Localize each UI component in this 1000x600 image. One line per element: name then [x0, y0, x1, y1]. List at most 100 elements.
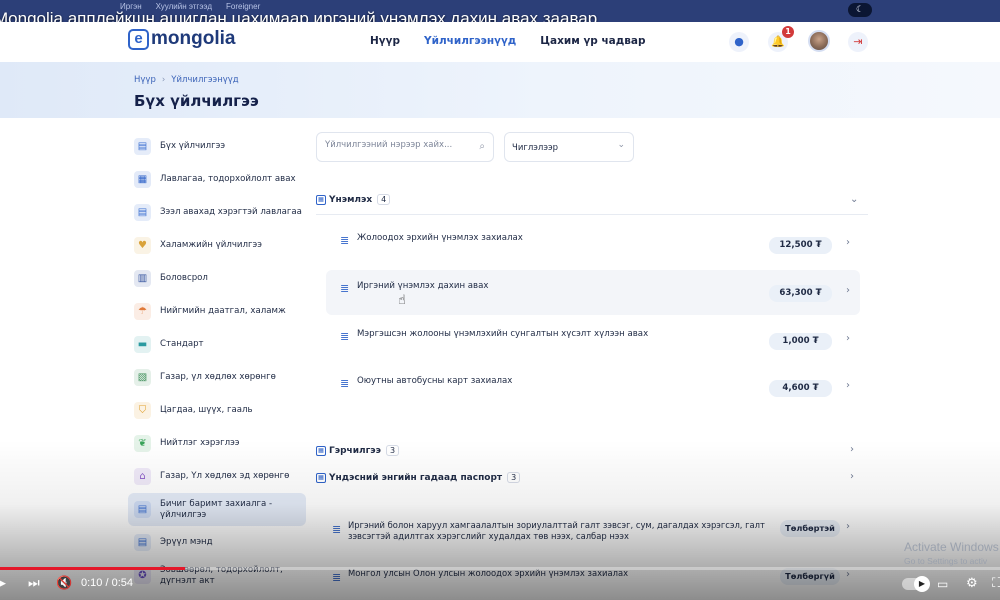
- chevron-right-icon[interactable]: ›: [850, 471, 854, 482]
- breadcrumb-services[interactable]: Үйлчилгээнүүд: [171, 75, 238, 85]
- category-header-passport[interactable]: ▦ Үндэсний энгийн гадаад паспорт 3: [316, 472, 521, 483]
- sidebar-item[interactable]: ▤ Бичиг баримт захиалга - үйлчилгээ: [128, 493, 306, 526]
- sidebar-item[interactable]: ▤ Зээл авахад хэрэгтэй лавлагаа: [128, 196, 306, 229]
- price-badge: 12,500 ₮: [769, 237, 832, 254]
- sidebar-item[interactable]: ⌂ Газар, Үл хөдлөх эд хөрөнгө: [128, 460, 306, 493]
- logo-mark: e: [128, 28, 149, 50]
- autoplay-toggle[interactable]: ▶: [902, 576, 930, 592]
- service-row[interactable]: ≣ Жолоодох эрхийн үнэмлэх захиалах 12,50…: [326, 222, 860, 267]
- mute-icon[interactable]: 🔇: [56, 574, 72, 594]
- house-icon: ⌂: [134, 468, 151, 485]
- sidebar-item[interactable]: ⛉ Цагдаа, шүүх, гааль: [128, 394, 306, 427]
- document-icon: ▤: [134, 534, 151, 551]
- sidebar-item[interactable]: ▬ Стандарт: [128, 328, 306, 361]
- chevron-right-icon: ›: [846, 569, 850, 580]
- avatar[interactable]: [808, 30, 830, 52]
- sidebar-item-label: Бичиг баримт захиалга - үйлчилгээ: [160, 498, 273, 520]
- sidebar-item-label: Нийгмийн даатгал, халамж: [160, 306, 286, 316]
- sidebar-item[interactable]: ▥ Боловсрол: [128, 262, 306, 295]
- service-row[interactable]: ≣ Монгол улсын Олон улсын жолоодох эрхий…: [326, 565, 860, 600]
- breadcrumb-home[interactable]: Нүүр: [134, 75, 156, 85]
- divider: [316, 214, 868, 215]
- search-icon[interactable]: ⌕: [479, 141, 485, 152]
- site-header: e mongolia Нүүр Үйлчилгээнүүд Цахим үр ч…: [0, 22, 1000, 62]
- category-header-license[interactable]: ▦ Үнэмлэх 4: [316, 194, 391, 205]
- page-hero: Нүүр › Үйлчилгээнүүд Бүх үйлчилгээ: [0, 62, 1000, 118]
- sort-select-value: Чиглэлээр: [512, 143, 559, 153]
- subtitles-icon[interactable]: ▭: [937, 574, 948, 594]
- sort-select[interactable]: Чиглэлээр ⌄: [504, 132, 634, 162]
- sidebar-item-label: Цагдаа, шүүх, гааль: [160, 405, 253, 415]
- logout-icon[interactable]: ⇥: [848, 32, 868, 52]
- fullscreen-icon[interactable]: ⛶: [992, 574, 1000, 594]
- notification-badge: 1: [782, 26, 794, 38]
- category-icon: ▦: [316, 445, 326, 456]
- sidebar-item[interactable]: ♥ Халамжийн үйлчилгээ: [128, 229, 306, 262]
- service-title: Иргэний болон харуул хамгаалалтын зориул…: [348, 520, 765, 541]
- category-icon: ▦: [316, 194, 326, 205]
- list-icon: ≣: [332, 571, 342, 584]
- list-icon: ≣: [340, 234, 350, 247]
- category-count: 3: [507, 472, 521, 483]
- sidebar-item[interactable]: ✪ Зөвшөөрөл, тодорхойлолт, дүгнэлт акт: [128, 559, 306, 592]
- chat-icon[interactable]: ●: [729, 32, 749, 52]
- document-icon: ▤: [134, 501, 151, 518]
- sidebar-item-label: Халамжийн үйлчилгээ: [160, 240, 262, 250]
- service-row[interactable]: ≣ Иргэний болон харуул хамгаалалтын зори…: [326, 517, 860, 557]
- windows-activation-watermark: Activate Windows Go to Settings to activ: [904, 540, 999, 566]
- price-badge: 63,300 ₮: [769, 285, 832, 302]
- logo-text: mongolia: [151, 28, 236, 49]
- next-icon[interactable]: ⏭: [28, 574, 40, 594]
- time-total: 0:54: [111, 577, 134, 589]
- sidebar-item-label: Стандарт: [160, 339, 204, 349]
- gear-icon[interactable]: ⚙: [966, 574, 978, 594]
- emongolia-logo[interactable]: e mongolia: [128, 28, 235, 50]
- search-box[interactable]: ⌕: [316, 132, 494, 162]
- category-sidebar: ▤ Бүх үйлчилгээ ▦ Лавлагаа, тодорхойлолт ав…: [128, 130, 306, 592]
- play-icon[interactable]: ▶: [0, 574, 6, 594]
- chevron-right-icon: ›: [846, 333, 850, 344]
- list-icon: ≣: [340, 377, 350, 390]
- sidebar-item[interactable]: ☂ Нийгмийн даатгал, халамж: [128, 295, 306, 328]
- sidebar-item-label: Зээл авахад хэрэгтэй лавлагаа: [160, 207, 302, 217]
- sidebar-item[interactable]: ▤ Эрүүл мэнд: [128, 526, 306, 559]
- nav-services[interactable]: Үйлчилгээнүүд: [424, 35, 516, 47]
- time-separator: /: [105, 577, 109, 589]
- dark-mode-toggle[interactable]: ☾: [848, 3, 872, 17]
- video-progress-bar[interactable]: [0, 567, 1000, 570]
- nav-home[interactable]: Нүүр: [370, 35, 400, 47]
- category-title: Гэрчилгээ: [329, 445, 381, 456]
- list-icon: ≣: [332, 523, 342, 536]
- video-progress-fill: [0, 567, 185, 570]
- briefcase-icon: ▬: [134, 336, 151, 353]
- video-time: 0:10 / 0:54: [81, 577, 133, 589]
- sidebar-item[interactable]: ▤ Бүх үйлчилгээ: [128, 130, 306, 163]
- map-icon: ▧: [134, 369, 151, 386]
- category-count: 4: [377, 194, 391, 205]
- fee-badge: Төлбөртэй: [780, 520, 840, 537]
- search-input[interactable]: [325, 140, 470, 150]
- sidebar-item[interactable]: ▦ Лавлагаа, тодорхойлолт авах: [128, 163, 306, 196]
- price-badge: 4,600 ₮: [769, 380, 832, 397]
- umbrella-icon: ☂: [134, 303, 151, 320]
- nav-digital-skills[interactable]: Цахим үр чадвар: [540, 35, 645, 47]
- chevron-right-icon: ›: [846, 237, 850, 248]
- category-count: 3: [385, 445, 400, 456]
- chevron-right-icon: ›: [846, 285, 850, 296]
- sidebar-item[interactable]: ❦ Нийтлэг хэрэглээ: [128, 427, 306, 460]
- sidebar-item[interactable]: ▧ Газар, үл хөдлөх хөрөнгө: [128, 361, 306, 394]
- service-row[interactable]: ≣ Иргэний үнэмлэх дахин авах 63,300 ₮ ›: [326, 270, 860, 315]
- chevron-right-icon[interactable]: ›: [850, 444, 854, 455]
- service-row[interactable]: ≣ Мэргэшсэн жолооны үнэмлэхийн сунгалтын…: [326, 318, 860, 363]
- chevron-down-icon[interactable]: ⌄: [850, 194, 858, 205]
- category-title: Үнэмлэх: [329, 194, 373, 205]
- category-header-certificate[interactable]: ▦ Гэрчилгээ 3: [316, 445, 400, 456]
- chevron-right-icon: ›: [161, 75, 166, 85]
- sidebar-item-label: Эрүүл мэнд: [160, 537, 213, 547]
- sidebar-item-label: Газар, үл хөдлөх хөрөнгө: [160, 372, 276, 382]
- service-title: Оюутны автобусны карт захиалах: [357, 376, 513, 386]
- fee-badge: Төлбөргүй: [780, 568, 840, 585]
- category-title: Үндэсний энгийн гадаад паспорт: [329, 472, 503, 483]
- service-row[interactable]: ≣ Оюутны автобусны карт захиалах 4,600 ₮…: [326, 365, 860, 410]
- sidebar-item-label: Боловсрол: [160, 273, 208, 283]
